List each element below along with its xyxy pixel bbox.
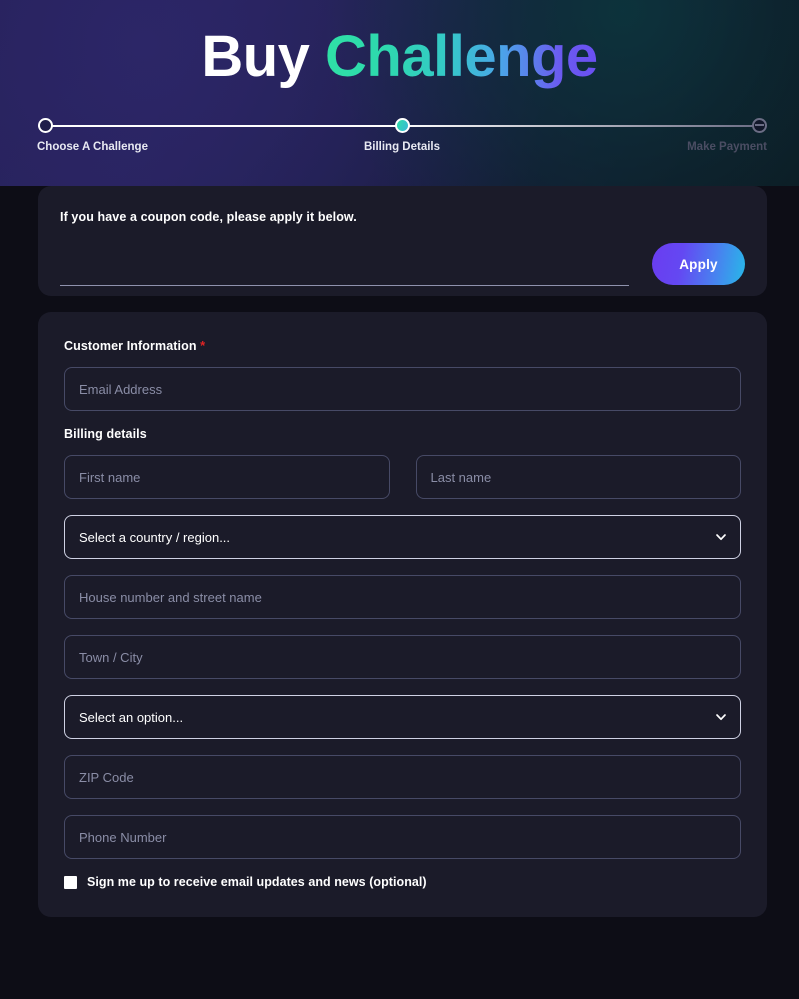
street-address-field[interactable]	[64, 575, 741, 619]
stepper-line-dim	[402, 125, 759, 127]
billing-card: Customer Information * Billing details S…	[38, 312, 767, 917]
phone-number-field[interactable]	[64, 815, 741, 859]
country-select-wrap: Select a country / region...	[64, 515, 741, 559]
newsletter-row: Sign me up to receive email updates and …	[64, 875, 741, 889]
apply-coupon-button[interactable]: Apply	[652, 243, 745, 285]
newsletter-label: Sign me up to receive email updates and …	[87, 875, 427, 889]
customer-information-text: Customer Information	[64, 339, 197, 353]
zip-code-field[interactable]	[64, 755, 741, 799]
page-header: Buy Challenge Choose A Challenge Billing…	[0, 0, 799, 186]
name-row	[64, 455, 741, 499]
state-select[interactable]: Select an option...	[64, 695, 741, 739]
billing-details-label: Billing details	[64, 427, 147, 441]
coupon-card: If you have a coupon code, please apply …	[38, 186, 767, 296]
coupon-title: If you have a coupon code, please apply …	[60, 210, 357, 224]
coupon-row: Apply	[60, 232, 745, 290]
city-field[interactable]	[64, 635, 741, 679]
stepper-step-label: Choose A Challenge	[37, 141, 148, 153]
progress-stepper: Choose A Challenge Billing Details Make …	[37, 118, 767, 178]
step-dot-future-icon	[752, 118, 767, 133]
email-field[interactable]	[64, 367, 741, 411]
state-select-wrap: Select an option...	[64, 695, 741, 739]
step-dot-active-icon	[395, 118, 410, 133]
coupon-code-input[interactable]	[60, 258, 629, 286]
first-name-field[interactable]	[64, 455, 390, 499]
last-name-field[interactable]	[415, 455, 741, 499]
customer-information-label: Customer Information *	[64, 338, 741, 353]
stepper-step-label: Billing Details	[363, 141, 441, 153]
page-title-part1: Buy	[201, 24, 310, 89]
newsletter-checkbox[interactable]	[64, 875, 77, 889]
step-dot-icon	[38, 118, 53, 133]
page-title-part2: Challenge	[325, 24, 598, 89]
country-select[interactable]: Select a country / region...	[64, 515, 741, 559]
stepper-step-label: Make Payment	[687, 141, 767, 153]
required-asterisk: *	[200, 338, 206, 353]
page-title: Buy Challenge	[0, 0, 799, 86]
